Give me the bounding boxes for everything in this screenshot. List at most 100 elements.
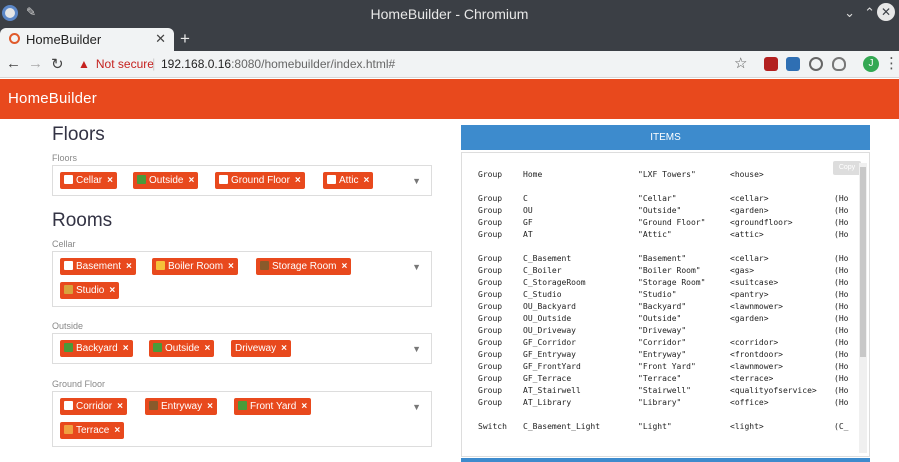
item-row: Group C_Studio "Studio" <pantry> (Ho xyxy=(478,290,858,300)
url-field[interactable]: 192.168.0.16:8080/homebuilder/index.html… xyxy=(161,57,395,71)
chip-ground-floor[interactable]: Ground Floor × xyxy=(215,172,305,189)
item-cell: (Ho xyxy=(834,314,849,323)
item-cell: "Attic" xyxy=(638,230,672,239)
item-cell: "LXF Towers" xyxy=(638,170,696,179)
chevron-down-icon[interactable]: ▼ xyxy=(412,344,421,354)
item-cell: Group xyxy=(478,302,503,311)
tab-homebuilder[interactable]: HomeBuilder ✕ xyxy=(0,28,174,51)
chip-outside[interactable]: Outside × xyxy=(133,172,199,189)
remove-icon[interactable]: × xyxy=(207,401,213,412)
chip-basement[interactable]: Basement × xyxy=(60,258,136,275)
item-cell: (Ho xyxy=(834,350,849,359)
browser-menu-icon[interactable]: ⋮ xyxy=(884,54,899,72)
item-cell: Group xyxy=(478,338,503,347)
item-cell: AT xyxy=(523,230,533,239)
remove-icon[interactable]: × xyxy=(204,343,210,354)
chip-studio[interactable]: Studio × xyxy=(60,282,120,299)
chip-boiler-room[interactable]: Boiler Room × xyxy=(152,258,238,275)
item-row: Group C_StorageRoom "Storage Room" <suitcas… xyxy=(478,278,858,288)
item-cell: <garden> xyxy=(730,206,769,215)
remove-icon[interactable]: × xyxy=(363,175,369,186)
clock-extension-icon[interactable] xyxy=(809,57,823,71)
remove-icon[interactable]: × xyxy=(228,261,234,272)
security-indicator[interactable]: ▲ Not secure xyxy=(78,57,154,71)
shield-extension-icon[interactable] xyxy=(832,57,846,71)
remove-icon[interactable]: × xyxy=(341,261,347,272)
minimize-icon[interactable]: ⌄ xyxy=(844,5,855,21)
remove-icon[interactable]: × xyxy=(126,261,132,272)
item-cell: C_Basement xyxy=(523,254,572,263)
bookmark-star-icon[interactable]: ☆ xyxy=(734,54,747,72)
groundfloor-icon xyxy=(219,175,228,184)
remove-icon[interactable]: × xyxy=(117,401,123,412)
remove-icon[interactable]: × xyxy=(109,285,115,296)
new-tab-button[interactable]: + xyxy=(180,29,190,49)
chip-backyard[interactable]: Backyard × xyxy=(60,340,133,357)
item-cell: <suitcase> xyxy=(730,278,779,287)
tab-close-icon[interactable]: ✕ xyxy=(155,31,166,47)
chip-outside-room[interactable]: Outside × xyxy=(149,340,215,357)
chip-label: Studio xyxy=(76,285,105,296)
remove-icon[interactable]: × xyxy=(188,175,194,186)
item-cell: OU_Outside xyxy=(523,314,572,323)
item-row: Group AT_Stairwell "Stairwell" <qualityofse… xyxy=(478,386,858,396)
chip-terrace[interactable]: Terrace × xyxy=(60,422,125,439)
item-cell: (Ho xyxy=(834,374,849,383)
item-cell: (Ho xyxy=(834,338,849,347)
item-cell: (Ho xyxy=(834,278,849,287)
remove-icon[interactable]: × xyxy=(281,343,287,354)
remove-icon[interactable]: × xyxy=(114,425,120,436)
scrollbar-thumb[interactable] xyxy=(860,167,866,357)
chevron-down-icon[interactable]: ▼ xyxy=(412,176,421,186)
close-window-icon[interactable]: ✕ xyxy=(877,3,895,21)
chip-cellar[interactable]: Cellar × xyxy=(60,172,117,189)
remove-icon[interactable]: × xyxy=(295,175,301,186)
app-brand[interactable]: HomeBuilder xyxy=(8,90,97,107)
item-cell: <cellar> xyxy=(730,194,769,203)
s-extension-icon[interactable] xyxy=(786,57,800,71)
chip-label: Entryway xyxy=(161,401,203,412)
remove-icon[interactable]: × xyxy=(107,175,113,186)
item-cell: Group xyxy=(478,278,503,287)
remove-icon[interactable]: × xyxy=(123,343,129,354)
item-cell: "Outside" xyxy=(638,314,682,323)
terrace-icon xyxy=(64,425,73,434)
item-cell: "Studio" xyxy=(638,290,677,299)
chip-driveway[interactable]: Driveway × xyxy=(231,340,291,357)
chip-storage-room[interactable]: Storage Room × xyxy=(256,258,352,275)
chevron-down-icon[interactable]: ▼ xyxy=(412,262,421,272)
item-cell: (Ho xyxy=(834,290,849,299)
groundfloor-rooms-select[interactable]: Corridor × Entryway × Front Yard × Terrace ×… xyxy=(52,391,432,447)
floors-select[interactable]: Cellar × Outside × Ground Floor × Attic × ▼ xyxy=(52,165,432,196)
outside-rooms-select[interactable]: Backyard × Outside × Driveway × ▼ xyxy=(52,333,432,364)
item-cell: OU_Backyard xyxy=(523,302,576,311)
remove-icon[interactable]: × xyxy=(301,401,307,412)
back-icon[interactable]: ← xyxy=(6,55,21,72)
chevron-down-icon[interactable]: ▼ xyxy=(412,402,421,412)
cellar-rooms-select[interactable]: Basement × Boiler Room × Storage Room × Stu… xyxy=(52,251,432,307)
maximize-icon[interactable]: ⌃ xyxy=(864,5,875,21)
forward-icon[interactable]: → xyxy=(28,55,43,72)
item-row: Group GF_Corridor "Corridor" <corridor> (Ho xyxy=(478,338,858,348)
item-cell: "Terrace" xyxy=(638,374,682,383)
chip-label: Basement xyxy=(76,261,122,272)
vertical-scrollbar[interactable] xyxy=(859,163,867,453)
ublock-extension-icon[interactable] xyxy=(764,57,778,71)
items-header[interactable]: ITEMS xyxy=(461,125,870,150)
item-cell: AT_Library xyxy=(523,398,572,407)
chip-entryway[interactable]: Entryway × xyxy=(145,398,217,415)
floors-heading: Floors xyxy=(52,124,105,145)
item-cell: Group xyxy=(478,206,503,215)
profile-avatar[interactable]: J xyxy=(863,56,879,72)
chip-corridor[interactable]: Corridor × xyxy=(60,398,127,415)
chip-attic[interactable]: Attic × xyxy=(323,172,374,189)
item-row: Group GF_Terrace "Terrace" <terrace> (Ho xyxy=(478,374,858,384)
item-row: Group C_Boiler "Boiler Room" <gas> (Ho xyxy=(478,266,858,276)
item-cell: <qualityofservice> xyxy=(730,386,817,395)
item-cell: Group xyxy=(478,290,503,299)
item-cell: <lawnmower> xyxy=(730,362,783,371)
chip-front-yard[interactable]: Front Yard × xyxy=(234,398,312,415)
item-cell: AT_Stairwell xyxy=(523,386,581,395)
reload-icon[interactable]: ↻ xyxy=(51,55,64,73)
outside-field-label: Outside xyxy=(52,321,84,331)
